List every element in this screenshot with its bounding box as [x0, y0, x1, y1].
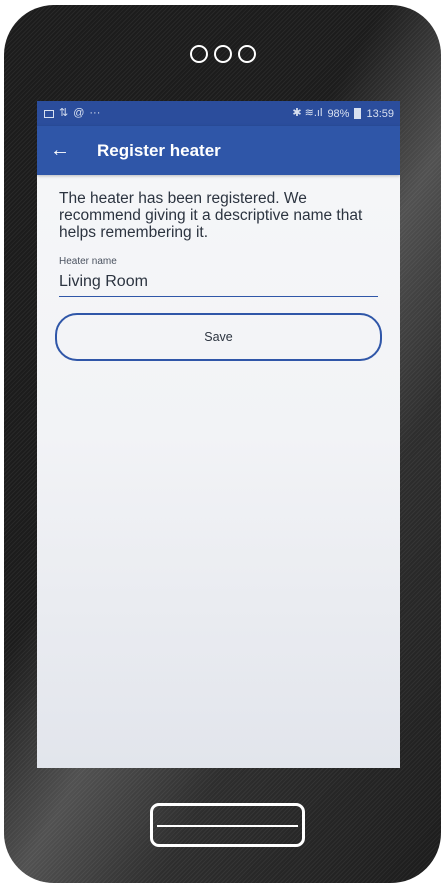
speaker-grille [4, 45, 441, 63]
transfer-icon: ⇅ [59, 107, 69, 119]
main-content: The heater has been registered. We recom… [37, 175, 400, 361]
status-bar: ⇅ @ ··· ✱ ≋.ıl 98% 13:59 [37, 101, 400, 126]
home-button[interactable] [150, 803, 305, 847]
more-icon: ··· [89, 107, 101, 119]
mail-icon: @ [73, 107, 85, 119]
speaker-dot [237, 45, 256, 63]
speaker-dot [213, 45, 232, 63]
save-button[interactable]: Save [55, 313, 382, 361]
phone-screen: ⇅ @ ··· ✱ ≋.ıl 98% 13:59 ← Register heat… [37, 101, 400, 768]
status-time: 13:59 [366, 107, 394, 120]
heater-name-input[interactable] [59, 267, 378, 297]
back-arrow-icon[interactable]: ← [37, 139, 83, 162]
status-right: ✱ ≋.ıl 98% 13:59 [292, 108, 394, 120]
heater-name-label: Heater name [59, 256, 117, 267]
signal-icon: ✱ ≋.ıl [292, 107, 323, 119]
battery-icon [354, 108, 362, 119]
page-title: Register heater [97, 140, 221, 160]
registration-message: The heater has been registered. We recom… [59, 190, 363, 241]
speaker-dot [189, 45, 208, 63]
image-icon [44, 109, 54, 118]
status-left: ⇅ @ ··· [44, 108, 100, 119]
app-bar: ← Register heater [37, 126, 400, 175]
battery-percent: 98% [327, 107, 350, 120]
